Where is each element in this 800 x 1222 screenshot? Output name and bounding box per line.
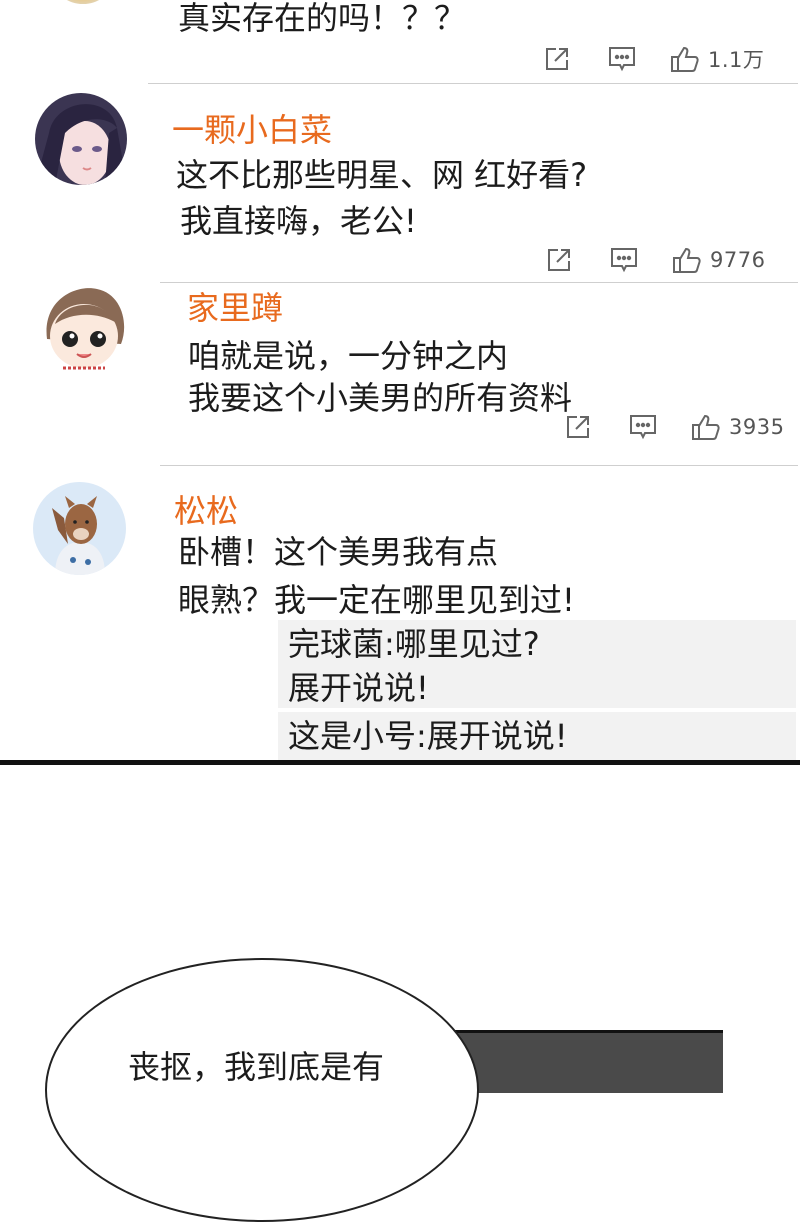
comment-text-line: 眼熟？我一定在哪里见到过! [178,581,575,619]
like-count: 1.1万 [708,48,765,72]
like-icon [673,247,701,273]
reply-text-line: 展开说说! [288,669,429,707]
reply-text-line: 这是小号:展开说说! [288,717,568,755]
share-button[interactable] [565,414,591,440]
panel-border [0,760,800,765]
avatar[interactable] [33,482,126,575]
divider [148,83,798,84]
comment-actions: 1.1万 [544,42,764,76]
comment-text-line: 我直接嗨，老公! [180,202,417,240]
share-button[interactable] [546,247,572,273]
like-icon [692,414,720,440]
comment-icon [611,248,637,273]
like-count: 3935 [729,415,785,439]
comment-text: 真实存在的吗！？？ [178,0,467,37]
comment-text-line: 这不比那些明星、网 红好看? [176,156,588,194]
username[interactable]: 家里蹲 [187,288,283,328]
comment-text-line: 咱就是说，一分钟之内 [188,337,509,375]
like-icon [671,46,699,72]
comment-button[interactable] [629,414,657,440]
divider [160,465,798,466]
comment-actions: 9776 [546,243,765,277]
share-icon [548,249,570,271]
reply-item[interactable]: 这是小号:展开说说! [278,712,796,760]
avatar[interactable] [37,284,131,376]
comment-actions: 3935 [565,410,784,444]
comment-text-line: 卧槽！这个美男我有点 [178,533,499,571]
comment-icon [609,47,635,72]
comment-text-line: 我要这个小美男的所有资料 [188,379,573,417]
comment-icon [630,415,656,440]
share-icon [567,416,589,438]
username[interactable]: 松松 [174,491,238,531]
comment-button[interactable] [608,46,636,72]
avatar[interactable] [55,0,111,4]
like-button[interactable]: 3935 [691,413,784,441]
character-hair [448,1030,723,1093]
share-button[interactable] [544,46,570,72]
like-button[interactable]: 1.1万 [670,44,764,74]
like-button[interactable]: 9776 [672,246,765,274]
share-icon [546,48,568,70]
divider [160,282,798,283]
like-count: 9776 [710,248,766,272]
speech-bubble-text: 丧抠，我到底是有 [128,1048,385,1086]
reply-item[interactable]: 完球菌:哪里见过? 展开说说! [278,620,796,708]
avatar[interactable] [35,93,127,185]
username[interactable]: 一颗小白菜 [172,110,332,150]
reply-text-line: 完球菌:哪里见过? [288,625,540,663]
comment-button[interactable] [610,247,638,273]
speech-bubble [45,958,479,1222]
